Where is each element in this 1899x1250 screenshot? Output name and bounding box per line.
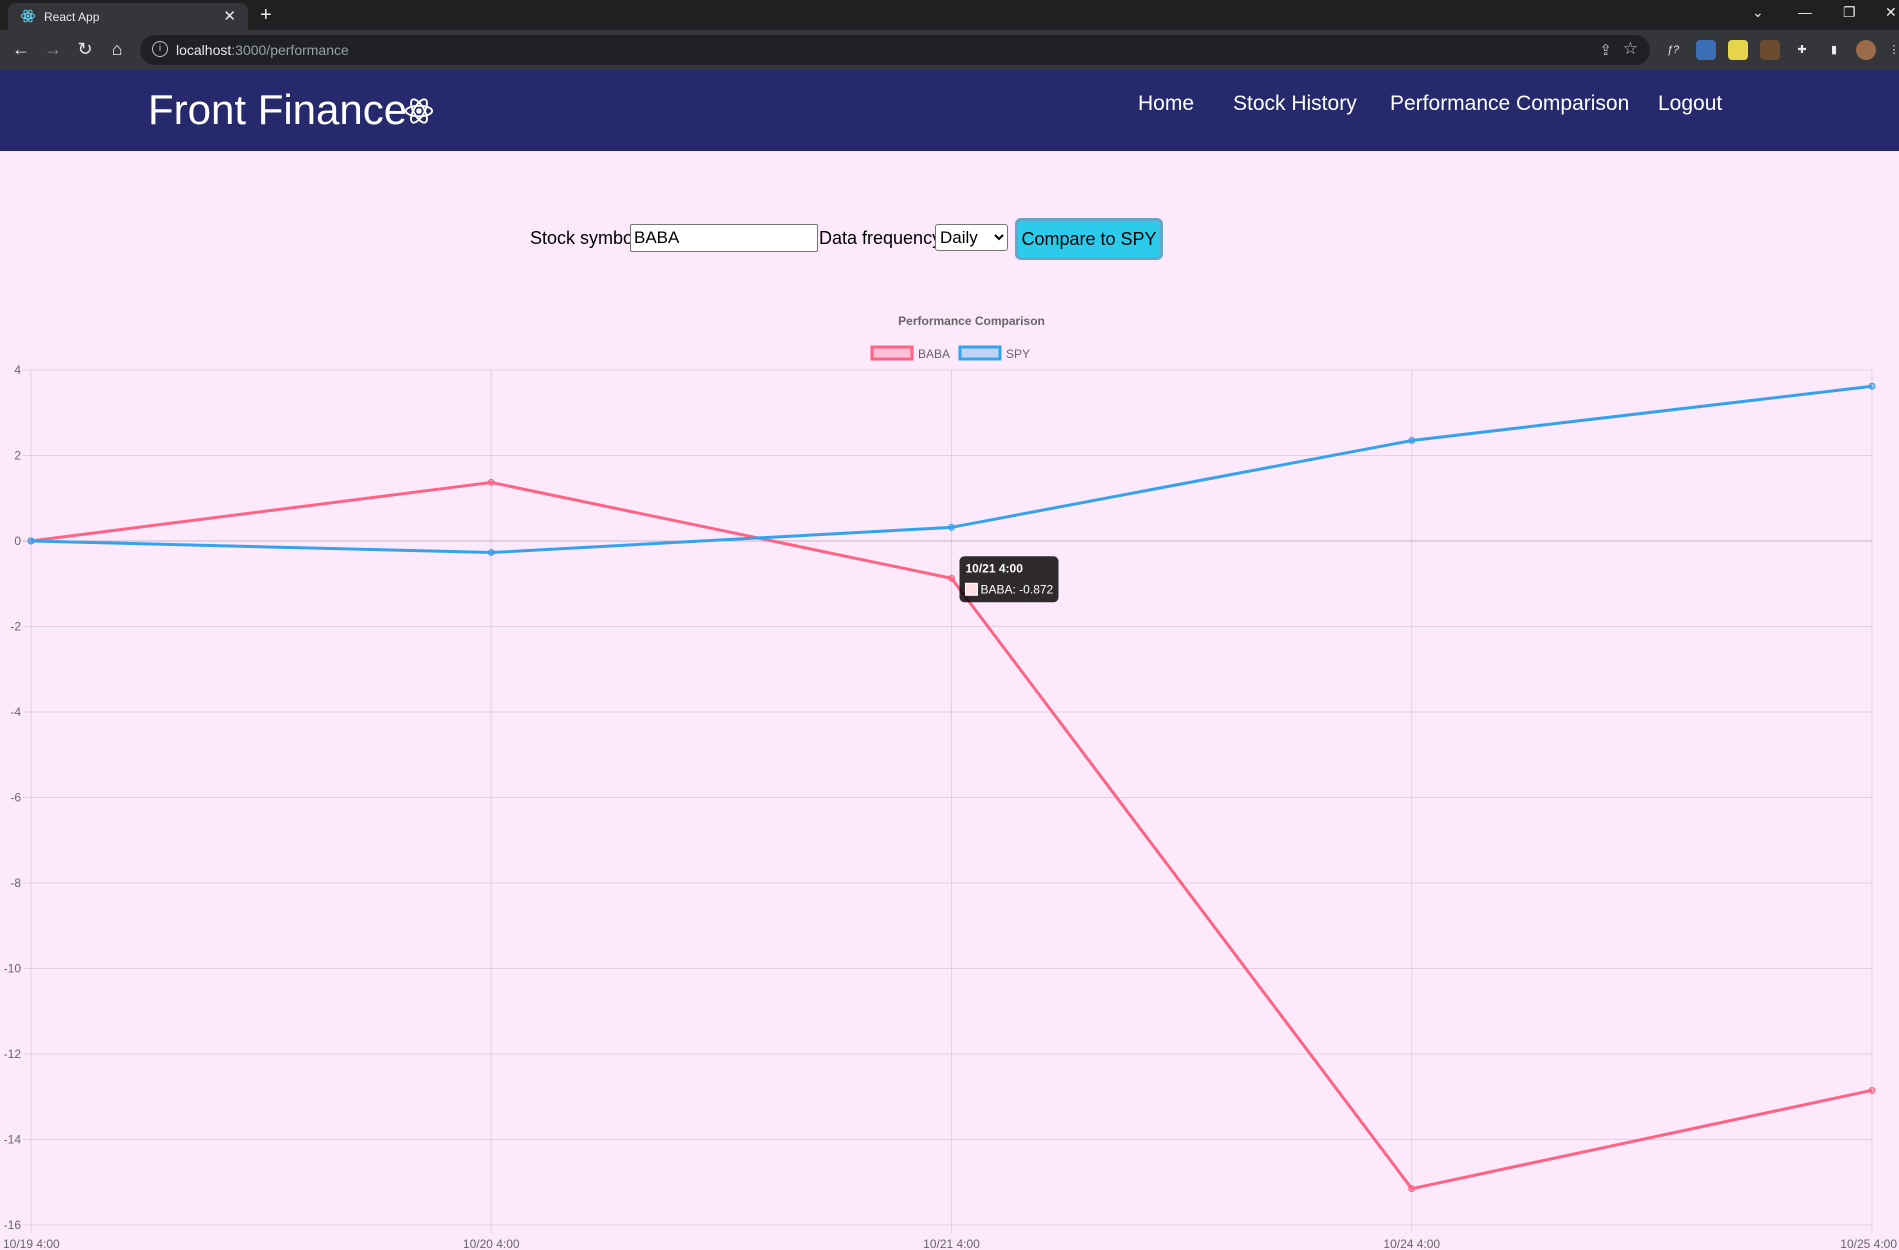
data-point-baba bbox=[487, 478, 495, 486]
legend-label-baba: BABA bbox=[918, 347, 950, 361]
bookmark-star-icon[interactable]: ☆ bbox=[1623, 39, 1638, 59]
tooltip-title: 10/21 4:00 bbox=[966, 561, 1024, 575]
y-tick-label: 4 bbox=[14, 363, 21, 377]
puzzle-extensions-icon[interactable]: ✚ bbox=[1792, 40, 1812, 60]
data-point-spy bbox=[948, 523, 955, 531]
symbol-label: Stock symbol: bbox=[530, 228, 643, 248]
compare-button[interactable]: Compare to SPY bbox=[1015, 218, 1163, 260]
side-panel-icon[interactable]: ▮ bbox=[1824, 40, 1844, 60]
data-point-spy bbox=[27, 537, 35, 545]
data-point-spy bbox=[487, 549, 495, 557]
address-bar[interactable]: i localhost:3000/performance ⇪ ☆ bbox=[140, 35, 1650, 65]
reload-icon[interactable]: ↻ bbox=[74, 39, 96, 60]
legend-swatch-baba bbox=[870, 345, 914, 361]
extension-blue-icon[interactable] bbox=[1696, 40, 1716, 60]
performance-chart: Performance Comparison BABA SPY 4 2 0 -2 -4 -6 -8… bbox=[0, 305, 1899, 1250]
y-tick-label: 0 bbox=[14, 534, 21, 548]
data-point-baba bbox=[948, 574, 955, 582]
share-icon[interactable]: ⇪ bbox=[1599, 41, 1612, 59]
plus-icon[interactable]: + bbox=[260, 4, 272, 27]
window-close-icon[interactable]: ✕ bbox=[1885, 4, 1897, 21]
app-navbar: Front Finance Home Stock History Perform… bbox=[0, 70, 1899, 151]
home-icon[interactable]: ⌂ bbox=[106, 39, 128, 60]
browser-tab[interactable]: React App ✕ bbox=[8, 3, 248, 30]
extension-yellow-icon[interactable] bbox=[1728, 40, 1748, 60]
extension-function-icon[interactable]: ƒ? bbox=[1663, 40, 1683, 60]
url-text[interactable]: localhost:3000/performance bbox=[176, 42, 349, 58]
restore-icon[interactable]: ❐ bbox=[1843, 4, 1856, 21]
chart-title: Performance Comparison bbox=[898, 314, 1045, 328]
react-atom-icon bbox=[404, 98, 434, 124]
y-tick-label: -12 bbox=[4, 1047, 22, 1061]
frequency-label: Data frequency: bbox=[819, 228, 947, 248]
x-tick-label: 10/19 4:00 bbox=[3, 1237, 60, 1250]
browser-toolbar: ← → ↻ ⌂ i localhost:3000/performance ⇪ ☆… bbox=[0, 30, 1899, 70]
y-tick-label: -2 bbox=[10, 620, 21, 634]
react-favicon-icon bbox=[20, 9, 36, 23]
browser-tab-title: React App bbox=[44, 10, 100, 24]
data-point-spy bbox=[1408, 437, 1416, 445]
x-tick-label: 10/24 4:00 bbox=[1383, 1237, 1440, 1250]
data-point-baba bbox=[1868, 1086, 1876, 1094]
y-tick-label: -6 bbox=[10, 791, 21, 805]
minimize-icon[interactable]: — bbox=[1798, 4, 1812, 20]
x-tick-label: 10/20 4:00 bbox=[463, 1237, 520, 1250]
nav-home[interactable]: Home bbox=[1138, 92, 1194, 116]
frequency-select[interactable]: Daily bbox=[935, 224, 1008, 251]
browser-tab-bar: React App ✕ + ⌄ — ❐ ✕ bbox=[0, 0, 1899, 30]
y-tick-label: -14 bbox=[4, 1133, 22, 1147]
kebab-menu-icon[interactable]: ⋮ bbox=[1884, 40, 1899, 60]
y-tick-label: -10 bbox=[4, 962, 22, 976]
tooltip-swatch bbox=[965, 582, 978, 596]
legend-label-spy: SPY bbox=[1006, 347, 1030, 361]
back-icon[interactable]: ← bbox=[10, 39, 32, 60]
chevron-down-icon[interactable]: ⌄ bbox=[1752, 4, 1764, 21]
data-point-spy bbox=[1868, 382, 1876, 390]
x-tick-label: 10/21 4:00 bbox=[923, 1237, 980, 1250]
y-tick-label: -4 bbox=[10, 705, 21, 719]
extension-brown-icon[interactable] bbox=[1760, 40, 1780, 60]
y-tick-label: -8 bbox=[10, 876, 21, 890]
nav-stock-history[interactable]: Stock History bbox=[1233, 92, 1357, 116]
profile-avatar[interactable] bbox=[1856, 40, 1876, 60]
legend-swatch-spy bbox=[958, 345, 1002, 361]
nav-logout[interactable]: Logout bbox=[1658, 92, 1722, 116]
chart-svg: Performance Comparison BABA SPY 4 2 0 -2 -4 -6 -8… bbox=[3, 314, 1897, 1250]
brand-title[interactable]: Front Finance bbox=[148, 86, 407, 134]
y-tick-label: 2 bbox=[14, 449, 21, 463]
data-point-baba bbox=[1408, 1185, 1416, 1193]
nav-performance-comparison[interactable]: Performance Comparison bbox=[1390, 92, 1629, 116]
x-tick-label: 10/25 4:00 bbox=[1840, 1237, 1897, 1250]
symbol-input[interactable] bbox=[630, 224, 818, 252]
tooltip-label: BABA: -0.872 bbox=[981, 582, 1054, 596]
y-tick-label: -16 bbox=[4, 1218, 22, 1232]
forward-icon[interactable]: → bbox=[42, 39, 64, 60]
close-icon[interactable]: ✕ bbox=[223, 7, 236, 25]
info-icon[interactable]: i bbox=[152, 41, 168, 57]
